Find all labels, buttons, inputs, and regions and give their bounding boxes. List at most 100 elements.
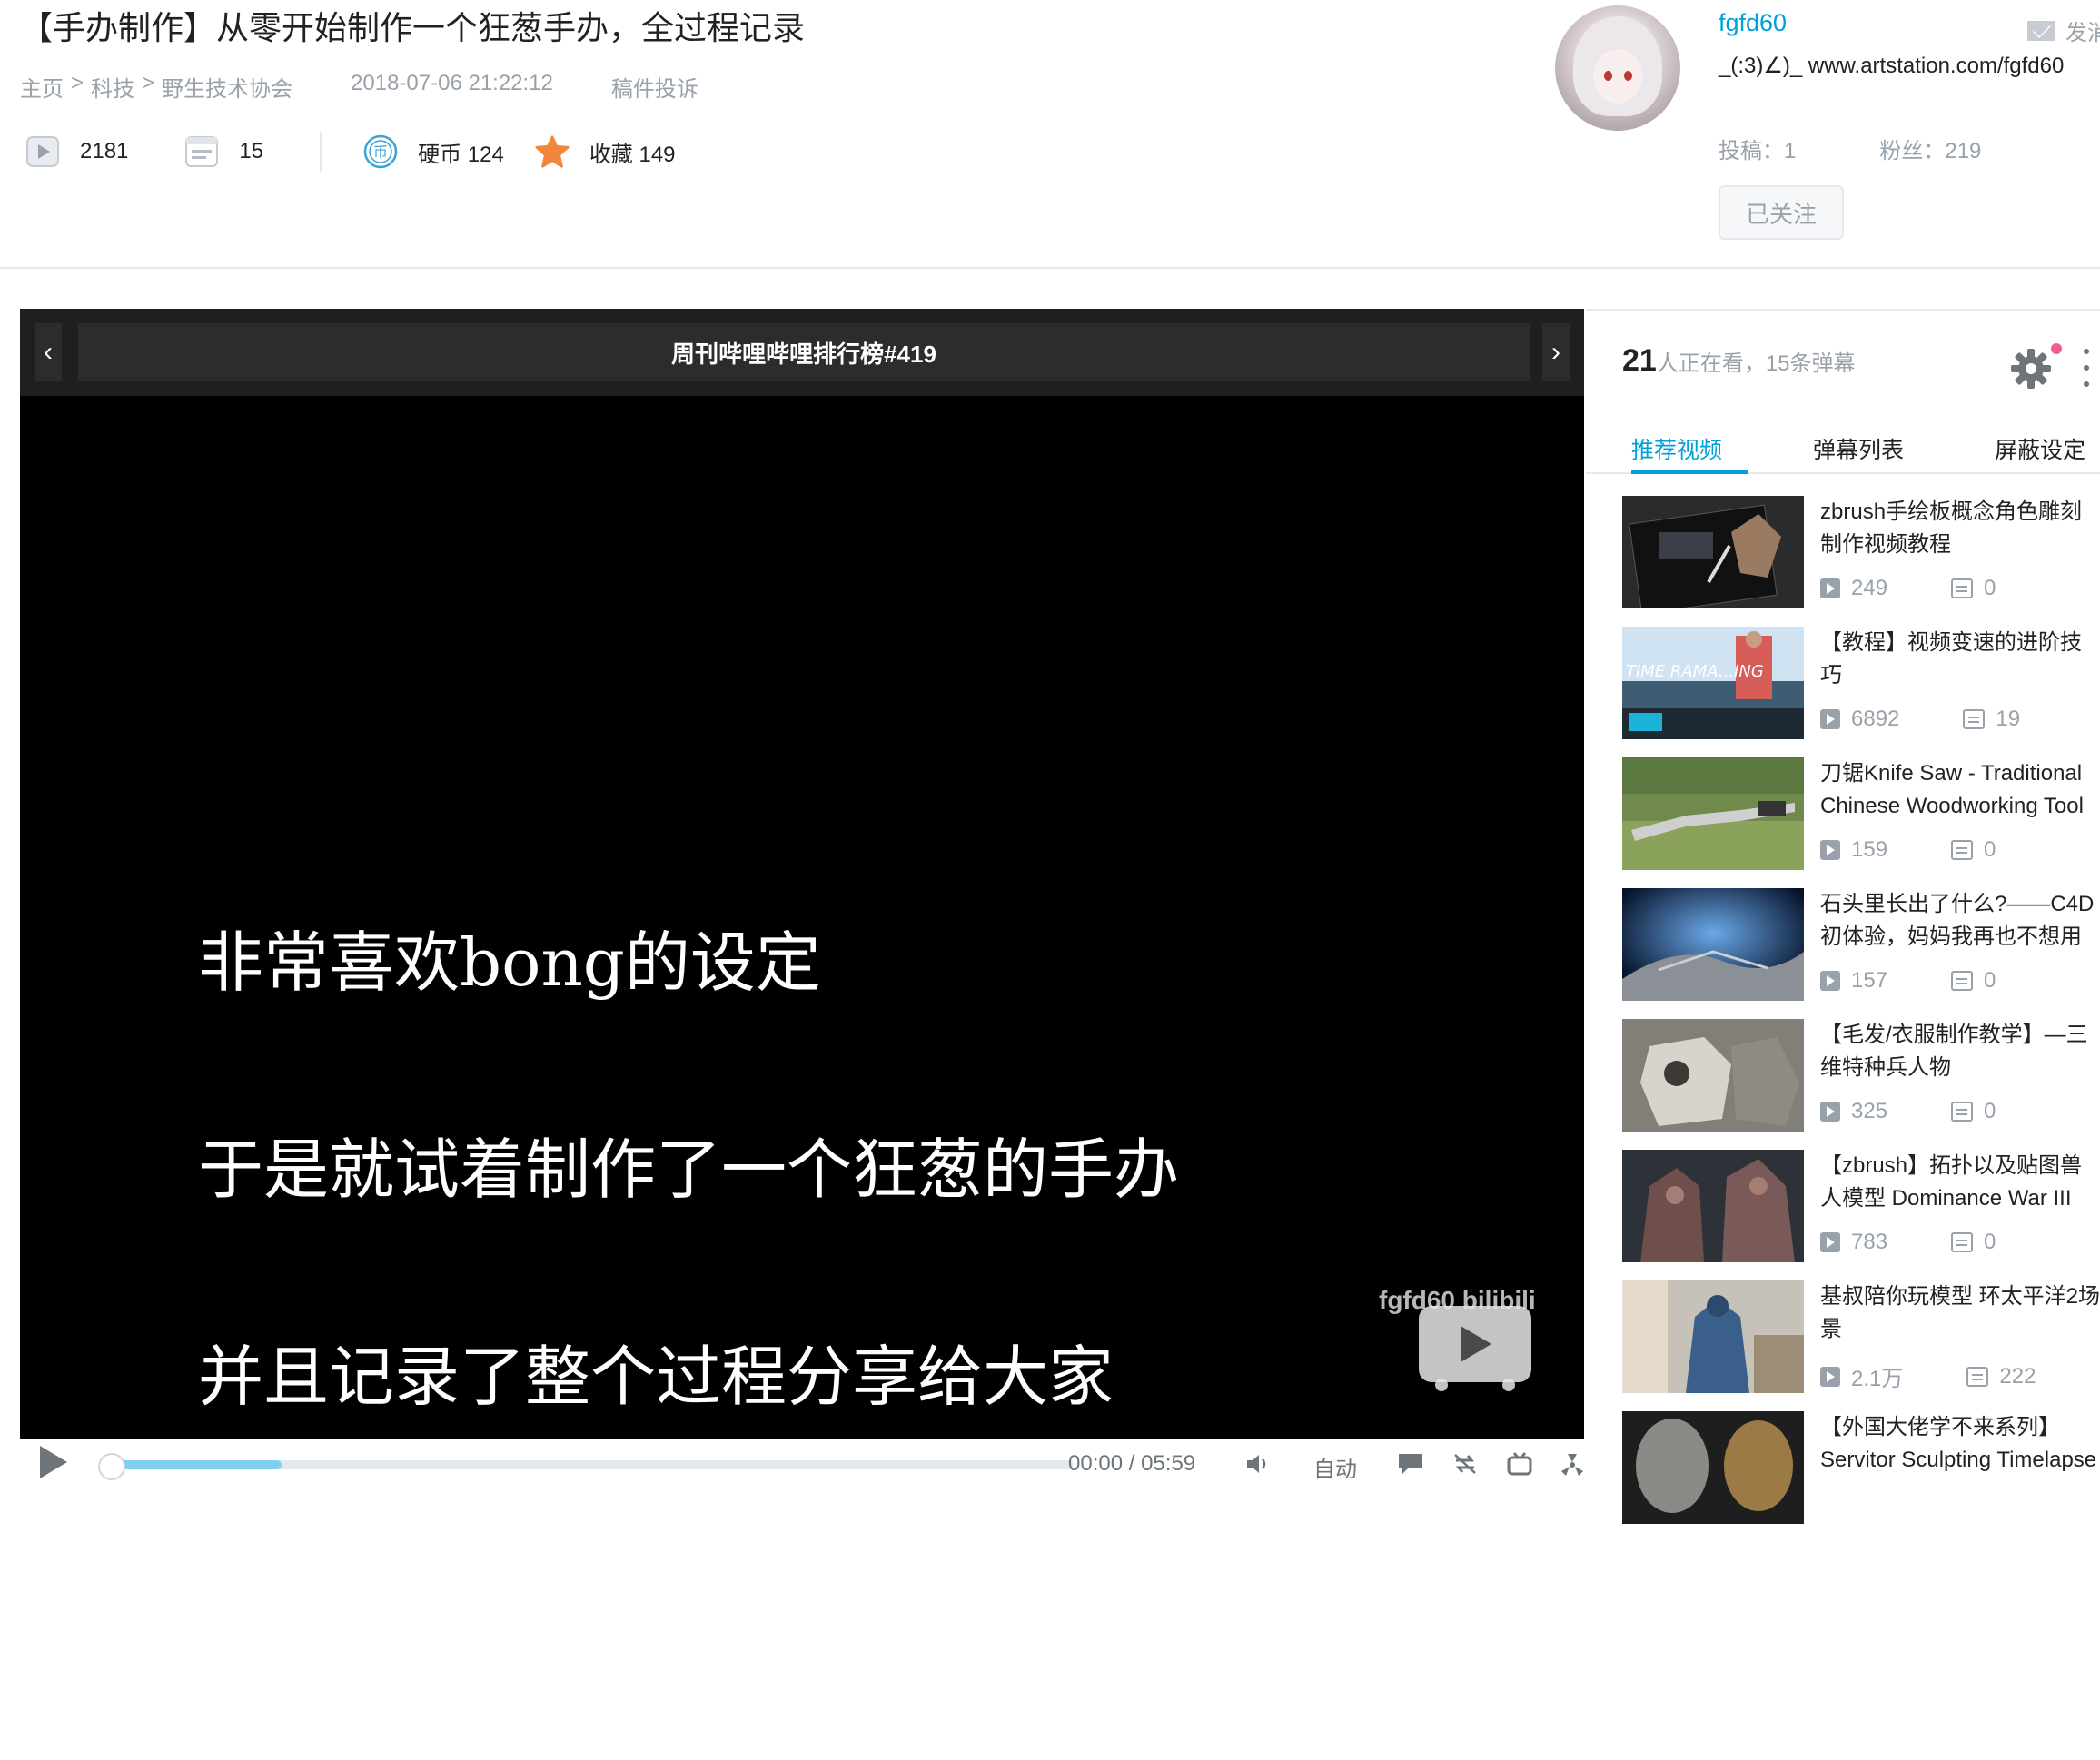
video-thumbnail[interactable] xyxy=(1622,496,1804,608)
play-count-value: 2181 xyxy=(80,139,129,163)
list-item[interactable]: 基叔陪你玩模型 环太平洋2场景 2.1万 222 xyxy=(1622,1280,2100,1411)
coin-count: 硬币 124 xyxy=(418,142,504,167)
play-icon xyxy=(1461,1326,1491,1362)
watching-text: 人正在看，15条弹幕 xyxy=(1656,351,1856,376)
coin-button[interactable]: 币 硬币 124 xyxy=(363,134,504,169)
list-item-meta: 159 0 xyxy=(1820,837,1996,863)
avatar[interactable] xyxy=(1555,5,1680,131)
volume-icon[interactable] xyxy=(1244,1451,1272,1477)
list-item-meta: 249 0 xyxy=(1820,576,1996,601)
send-message-link[interactable]: 发消 xyxy=(2027,15,2100,46)
player-sidebar: 21人正在看，15条弹幕 推荐视频 弹幕列表 屏蔽设定 zbrush手绘板概念角… xyxy=(1586,309,2100,1524)
video-stats: 2181 15 币 硬币 124 收藏 149 xyxy=(25,129,676,174)
video-thumbnail[interactable] xyxy=(1622,1019,1804,1132)
breadcrumb-tech[interactable]: 科技 xyxy=(91,71,134,103)
list-item[interactable]: 【外国大佬学不来系列】 Servitor Sculpting Timelapse xyxy=(1622,1411,2100,1542)
list-item[interactable]: 石头里长出了什么?——C4D 初体验，妈妈我再也不想用 157 0 xyxy=(1622,888,2100,1019)
tab-recommended[interactable]: 推荐视频 xyxy=(1631,432,1722,465)
favorite-button[interactable]: 收藏 149 xyxy=(535,134,676,169)
list-item-meta: 6892 19 xyxy=(1820,707,2020,732)
play-count-icon xyxy=(1820,971,1840,991)
recommendation-list: zbrush手绘板概念角色雕刻 制作视频教程 249 0 TIME RAMA...I… xyxy=(1622,496,2100,1542)
video-title: 【手办制作】从零开始制作一个狂葱手办，全过程记录 xyxy=(20,9,806,46)
list-item-title[interactable]: 基叔陪你玩模型 环太平洋2场景 xyxy=(1820,1280,2100,1346)
list-item-title[interactable]: 石头里长出了什么?——C4D 初体验，妈妈我再也不想用 xyxy=(1820,888,2100,954)
buffer-bar xyxy=(107,1460,282,1469)
list-item-meta: 2.1万 222 xyxy=(1820,1360,2036,1392)
more-icon[interactable] xyxy=(2084,349,2089,389)
time-display: 00:00 / 05:59 xyxy=(1068,1451,1195,1477)
list-item-title[interactable]: 【教程】视频变速的进阶技巧 xyxy=(1820,627,2100,692)
playlist-prev-button[interactable]: ‹ xyxy=(35,323,62,381)
svg-text:TIME RAMA...ING: TIME RAMA...ING xyxy=(1626,662,1764,681)
list-item[interactable]: 【毛发/衣服制作教学】—三 维特种兵人物 325 0 xyxy=(1622,1019,2100,1150)
play-count-icon xyxy=(25,134,60,169)
list-item-title[interactable]: 【毛发/衣服制作教学】—三 维特种兵人物 xyxy=(1820,1019,2100,1084)
subtitle-line: 非常喜欢bong的设定 xyxy=(198,924,821,1001)
play-count-icon xyxy=(1820,578,1840,598)
big-play-button[interactable] xyxy=(1419,1306,1531,1391)
notification-dot xyxy=(2051,343,2062,354)
list-item-title[interactable]: 刀锯Knife Saw - Traditional Chinese Woodwor… xyxy=(1820,757,2100,823)
video-player[interactable]: ‹ 周刊哔哩哔哩排行榜#419 › 非常喜欢bong的设定 于是就试着制作了一个… xyxy=(20,309,1586,1618)
active-tab-indicator xyxy=(1631,470,1748,474)
list-item[interactable]: TIME RAMA...ING 【教程】视频变速的进阶技巧 6892 19 xyxy=(1622,627,2100,757)
player-controls: 00:00 / 05:59 自动 xyxy=(20,1439,1586,1482)
video-thumbnail[interactable] xyxy=(1622,1150,1804,1262)
danmaku-icon xyxy=(1951,840,1974,860)
video-thumbnail[interactable] xyxy=(1622,757,1804,870)
uploader-card: fgfd60 发消 _(:3)∠)_ www.artstation.com/fg… xyxy=(1555,5,2100,251)
publish-date: 2018-07-06 21:22:12 xyxy=(351,71,553,95)
video-thumbnail[interactable]: TIME RAMA...ING xyxy=(1622,627,1804,739)
video-thumbnail[interactable] xyxy=(1622,888,1804,1001)
list-item-title[interactable]: 【外国大佬学不来系列】 Servitor Sculpting Timelapse xyxy=(1820,1411,2100,1477)
play-count: 2181 xyxy=(25,134,128,169)
coin-glyph: 币 xyxy=(373,144,388,161)
report-link[interactable]: 稿件投诉 xyxy=(611,71,698,103)
play-count-icon xyxy=(1820,1102,1840,1122)
playlist-next-button[interactable]: › xyxy=(1542,323,1570,381)
uploader-name[interactable]: fgfd60 xyxy=(1719,9,1787,37)
danmaku-toggle-icon[interactable] xyxy=(1397,1451,1424,1477)
play-button[interactable] xyxy=(40,1446,67,1478)
playlist-title[interactable]: 周刊哔哩哔哩排行榜#419 xyxy=(78,323,1530,381)
list-item[interactable]: 刀锯Knife Saw - Traditional Chinese Woodwor… xyxy=(1622,757,2100,888)
playlist-bar: ‹ 周刊哔哩哔哩排行榜#419 › xyxy=(20,309,1584,396)
current-time: 00:00 xyxy=(1068,1451,1124,1476)
breadcrumb-home[interactable]: 主页 xyxy=(20,71,64,103)
breadcrumb: 主页 > 科技 > 野生技术协会 2018-07-06 21:22:12 稿件投… xyxy=(20,71,698,103)
list-item[interactable]: zbrush手绘板概念角色雕刻 制作视频教程 249 0 xyxy=(1622,496,2100,627)
settings-fan-icon[interactable] xyxy=(1559,1451,1586,1477)
list-item-meta: 325 0 xyxy=(1820,1099,1996,1124)
quality-selector[interactable]: 自动 xyxy=(1313,1451,1357,1483)
fan-count: 粉丝：219 xyxy=(1879,139,1982,163)
breadcrumb-separator: > xyxy=(71,71,84,95)
list-item[interactable]: 【zbrush】拓扑以及贴图兽 人模型 Dominance War III 783… xyxy=(1622,1150,2100,1280)
gear-icon[interactable] xyxy=(2009,347,2053,391)
loop-icon[interactable] xyxy=(1451,1451,1479,1477)
mini-tv-icon[interactable] xyxy=(1506,1451,1533,1477)
tab-block-settings[interactable]: 屏蔽设定 xyxy=(1995,432,2085,465)
video-thumbnail[interactable] xyxy=(1622,1280,1804,1393)
tab-danmaku-list[interactable]: 弹幕列表 xyxy=(1813,432,1904,465)
video-thumbnail[interactable] xyxy=(1622,1411,1804,1524)
subtitle-line: 并且记录了整个过程分享给大家 xyxy=(198,1339,1114,1415)
progress-bar[interactable] xyxy=(107,1460,1074,1469)
uploader-signature: _(:3)∠)_ www.artstation.com/fgfd60 xyxy=(1719,54,2065,78)
duration: 05:59 xyxy=(1141,1451,1196,1476)
time-separator: / xyxy=(1128,1451,1135,1476)
play-count-icon xyxy=(1820,1366,1840,1387)
list-item-title[interactable]: zbrush手绘板概念角色雕刻 制作视频教程 xyxy=(1820,496,2100,561)
list-item-meta: 783 0 xyxy=(1820,1230,1996,1255)
mail-icon xyxy=(2027,20,2055,41)
danmaku-icon xyxy=(184,134,219,169)
sidebar-tabs: 推荐视频 弹幕列表 屏蔽设定 xyxy=(1586,421,2100,474)
play-count-icon xyxy=(1820,840,1840,860)
danmaku-count-value: 15 xyxy=(239,139,264,163)
danmaku-icon xyxy=(1966,1366,1989,1387)
list-item-title[interactable]: 【zbrush】拓扑以及贴图兽 人模型 Dominance War III xyxy=(1820,1150,2100,1215)
breadcrumb-separator: > xyxy=(142,71,155,95)
breadcrumb-wild-tech[interactable]: 野生技术协会 xyxy=(162,71,292,103)
follow-button[interactable]: 已关注 xyxy=(1719,185,1844,240)
list-item-meta: 157 0 xyxy=(1820,968,1996,994)
